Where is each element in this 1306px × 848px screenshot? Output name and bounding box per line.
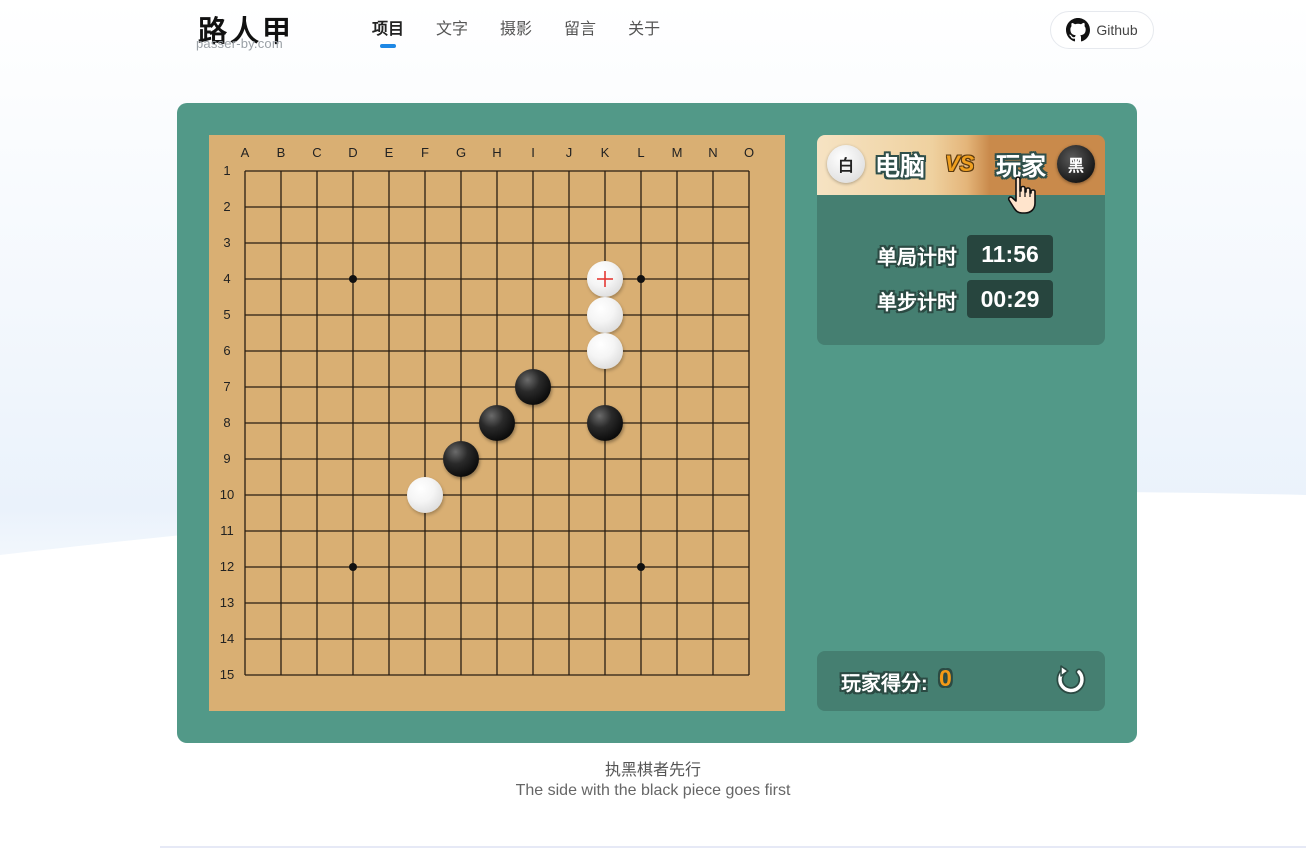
pointing-hand-icon — [1007, 176, 1036, 214]
github-label: Github — [1096, 22, 1138, 38]
white-stone — [587, 333, 623, 369]
row-label: 1 — [223, 163, 230, 178]
step-timer-value: 00:29 — [967, 280, 1053, 318]
column-label: J — [566, 145, 573, 160]
site-logo[interactable]: 路人甲 passer-by.com — [196, 6, 316, 56]
row-label: 5 — [223, 307, 230, 322]
star-point — [349, 275, 357, 283]
nav-item-about[interactable]: 关于 — [612, 18, 676, 42]
nav-item-writing[interactable]: 文字 — [420, 18, 484, 42]
black-stone — [443, 441, 479, 477]
column-label: B — [277, 145, 286, 160]
nav-item-label: 摄影 — [500, 21, 533, 38]
timer-panel: 单局计时 11:56 单步计时 00:29 — [817, 195, 1105, 345]
column-label: O — [744, 145, 754, 160]
column-label: G — [456, 145, 466, 160]
column-label: K — [601, 145, 610, 160]
gomoku-board[interactable]: A B C D E F G H I J K L M N O 1 2 3 4 5 6 7 8 9 10 11 12 13 14 15 — [209, 135, 785, 711]
last-move-marker-icon — [597, 271, 613, 287]
row-label: 7 — [223, 379, 230, 394]
game-timer-value: 11:56 — [967, 235, 1053, 273]
score-label: 玩家得分: — [841, 673, 928, 695]
player-vs-bar: 白 电脑 VS 玩家 黑 — [817, 135, 1105, 214]
black-piece-badge: 黑 — [1057, 145, 1095, 183]
column-label: I — [531, 145, 535, 160]
column-label: M — [672, 145, 683, 160]
row-label: 15 — [220, 667, 234, 682]
white-stone — [587, 261, 623, 297]
row-label: 8 — [223, 415, 230, 430]
row-label: 6 — [223, 343, 230, 358]
restart-icon[interactable] — [1053, 663, 1089, 699]
column-label: E — [385, 145, 394, 160]
step-timer-row: 单步计时 00:29 — [817, 280, 1105, 318]
star-point — [349, 563, 357, 571]
row-label: 3 — [223, 235, 230, 250]
column-label: L — [637, 145, 644, 160]
column-label: A — [241, 145, 250, 160]
row-label: 14 — [220, 631, 234, 646]
column-label: N — [708, 145, 717, 160]
star-point — [637, 563, 645, 571]
gomoku-game-panel: A B C D E F G H I J K L M N O 1 2 3 4 5 6 7 8 9 10 11 12 13 14 15 白 电… — [177, 103, 1137, 743]
game-timer-row: 单局计时 11:56 — [817, 235, 1105, 273]
logo-english: passer-by.com — [196, 36, 283, 51]
star-point — [637, 275, 645, 283]
game-timer-label: 单局计时 — [877, 247, 957, 269]
site-header: 路人甲 passer-by.com 项目 文字 摄影 留言 关于 Github — [0, 0, 1306, 70]
github-icon — [1066, 18, 1091, 42]
step-timer-label: 单步计时 — [877, 292, 957, 314]
row-label: 2 — [223, 199, 230, 214]
score-value: 0 — [939, 665, 952, 691]
black-stone — [479, 405, 515, 441]
row-label: 13 — [220, 595, 234, 610]
nav-item-projects[interactable]: 项目 — [356, 18, 420, 48]
white-stone — [407, 477, 443, 513]
nav-active-indicator — [380, 44, 396, 48]
nav-item-label: 留言 — [564, 21, 597, 38]
caption-english: The side with the black piece goes first — [515, 782, 791, 799]
github-button[interactable]: Github — [1050, 11, 1154, 49]
white-stone — [587, 297, 623, 333]
vs-label: VS — [945, 151, 975, 176]
row-label: 9 — [223, 451, 230, 466]
nav-item-label: 项目 — [372, 21, 405, 38]
column-label: F — [421, 145, 429, 160]
white-piece-badge: 白 — [827, 145, 865, 183]
main-nav: 项目 文字 摄影 留言 关于 — [356, 18, 676, 48]
score-panel: 玩家得分: 0 — [817, 651, 1105, 711]
row-label: 10 — [220, 487, 234, 502]
nav-item-guestbook[interactable]: 留言 — [548, 18, 612, 42]
nav-item-photography[interactable]: 摄影 — [484, 18, 548, 42]
column-label: H — [492, 145, 501, 160]
nav-item-label: 文字 — [436, 21, 469, 38]
computer-name: 电脑 — [875, 153, 926, 181]
row-label: 11 — [220, 523, 234, 538]
nav-item-label: 关于 — [628, 21, 661, 38]
column-label: C — [312, 145, 321, 160]
black-stone — [587, 405, 623, 441]
caption-chinese: 执黑棋者先行 — [604, 762, 701, 779]
row-label: 12 — [220, 559, 234, 574]
row-label: 4 — [223, 271, 230, 286]
column-label: D — [348, 145, 357, 160]
black-stone — [515, 369, 551, 405]
